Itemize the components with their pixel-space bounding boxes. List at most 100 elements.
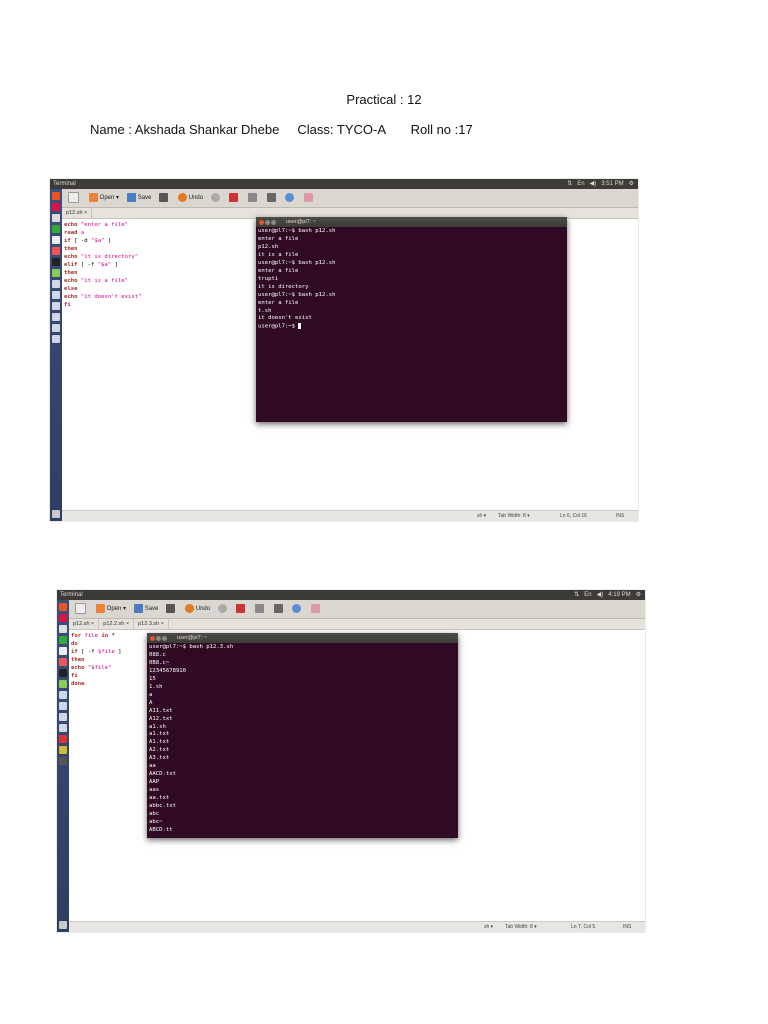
terminal-line: aa.txt [149,795,170,802]
gear-icon[interactable]: ⚙ [629,181,634,187]
launcher-app-icon[interactable] [59,691,67,699]
replace-button[interactable] [311,600,322,618]
new-button[interactable] [75,600,88,618]
launcher-app-icon[interactable] [59,757,67,765]
undo-button[interactable]: Undo [184,600,210,618]
open-button[interactable]: Open ▾ [88,189,119,207]
folder-icon [88,192,98,202]
find-button[interactable] [292,600,303,618]
launcher-app-icon[interactable] [59,724,67,732]
find-button[interactable] [285,189,296,207]
practical-title: Practical : 12 [346,92,422,107]
volume-icon[interactable]: ◀) [590,181,597,187]
tab-p12-2-sh[interactable]: p12.2.sh × [99,619,135,629]
network-icon[interactable]: ⇅ [574,592,579,598]
terminal-window[interactable]: user@pl7: ~ user@pl7:~$ bash p12.3.sh 08… [147,633,458,838]
new-button[interactable] [68,189,81,207]
paste-button[interactable] [273,600,285,618]
cursor-position: Ln 7, Col 5 [571,924,596,930]
launcher-app-icon[interactable] [59,647,67,655]
clock[interactable]: 4:19 PM [608,592,630,598]
launcher-app-icon[interactable] [52,269,60,277]
language-selector[interactable]: sh ▾ [477,511,486,521]
launcher-app-icon[interactable] [59,625,67,633]
terminal-line: user@pl7:~$ bash p12.sh [258,291,336,298]
print-button[interactable] [166,600,177,618]
tab-width-selector[interactable]: Tab Width: 8 ▾ [498,511,530,521]
launcher-app-icon[interactable] [52,302,60,310]
launcher-app-icon[interactable] [52,214,60,222]
clock[interactable]: 3:51 PM [601,181,623,187]
terminal-line: AAP [149,779,160,786]
print-button[interactable] [159,189,170,207]
maximize-window-icon[interactable] [162,636,167,641]
launcher-app-icon[interactable] [52,225,60,233]
launcher-app-icon[interactable] [59,680,67,688]
active-app-name: Terminal [60,592,83,598]
launcher-app-icon[interactable] [52,258,60,266]
close-window-icon[interactable] [259,220,264,225]
code-token: a [80,230,85,236]
copy-button[interactable] [255,600,266,618]
terminal-window[interactable]: user@pl7: ~ user@pl7:~$ bash p12.sh ente… [256,217,567,422]
tab-width-selector[interactable]: Tab Width: 8 ▾ [505,922,537,932]
tab-p12-3-sh[interactable]: p12.3.sh × [134,619,169,629]
undo-button[interactable]: Undo [177,189,203,207]
scissors-icon [229,192,239,202]
launcher-app-icon[interactable] [52,313,60,321]
replace-button[interactable] [304,189,315,207]
keyboard-indicator[interactable]: En [577,181,584,187]
launcher-app-icon[interactable] [59,713,67,721]
redo-icon [210,192,220,202]
launcher-app-icon[interactable] [52,203,60,211]
launcher-app-icon[interactable] [52,324,60,332]
launcher-app-icon[interactable] [52,192,60,200]
script-code: for file in * do if [ -f $file ] then echo "… [71,632,122,688]
trash-icon[interactable] [52,510,60,518]
save-button[interactable]: Save [126,189,151,207]
minimize-window-icon[interactable] [156,636,161,641]
launcher-app-icon[interactable] [52,247,60,255]
launcher-app-icon[interactable] [59,669,67,677]
launcher-app-icon[interactable] [52,291,60,299]
paste-button[interactable] [266,189,278,207]
redo-button[interactable] [217,600,229,618]
volume-icon[interactable]: ◀) [597,592,604,598]
minimize-window-icon[interactable] [265,220,270,225]
trash-icon[interactable] [59,921,67,929]
launcher-app-icon[interactable] [59,735,67,743]
close-window-icon[interactable] [150,636,155,641]
launcher-app-icon[interactable] [52,280,60,288]
launcher-app-icon[interactable] [59,702,67,710]
terminal-titlebar: user@pl7: ~ [256,217,567,227]
launcher-app-icon[interactable] [52,236,60,244]
language-selector[interactable]: sh ▾ [484,922,493,932]
cut-button[interactable] [236,600,247,618]
tab-p12-sh[interactable]: p12.sh × [62,208,93,218]
launcher-app-icon[interactable] [59,603,67,611]
terminal-line: aa [149,763,156,770]
screenshot-2: Terminal ⇅ En ◀) 4:19 PM ⚙ Open ▾ Save Undo [57,590,645,932]
launcher-app-icon[interactable] [52,335,60,343]
launcher-app-icon[interactable] [59,658,67,666]
system-tray: ⇅ En ◀) 4:19 PM ⚙ [569,590,641,600]
terminal-line: aas [149,787,160,794]
maximize-window-icon[interactable] [271,220,276,225]
code-token: echo [71,665,88,671]
network-icon[interactable]: ⇅ [567,181,572,187]
launcher-app-icon[interactable] [59,614,67,622]
keyboard-indicator[interactable]: En [584,592,591,598]
open-button[interactable]: Open ▾ [95,600,126,618]
redo-button[interactable] [210,189,222,207]
code-line: then [64,269,141,277]
launcher-app-icon[interactable] [59,636,67,644]
code-token: then [64,246,78,252]
code-line: if [ -d "$a" ] [64,237,141,245]
cut-button[interactable] [229,189,240,207]
terminal-line: enter a file [258,235,299,242]
gear-icon[interactable]: ⚙ [636,592,641,598]
launcher-app-icon[interactable] [59,746,67,754]
tab-p12-sh[interactable]: p12.sh × [69,619,100,629]
save-button[interactable]: Save [133,600,158,618]
copy-button[interactable] [248,189,259,207]
